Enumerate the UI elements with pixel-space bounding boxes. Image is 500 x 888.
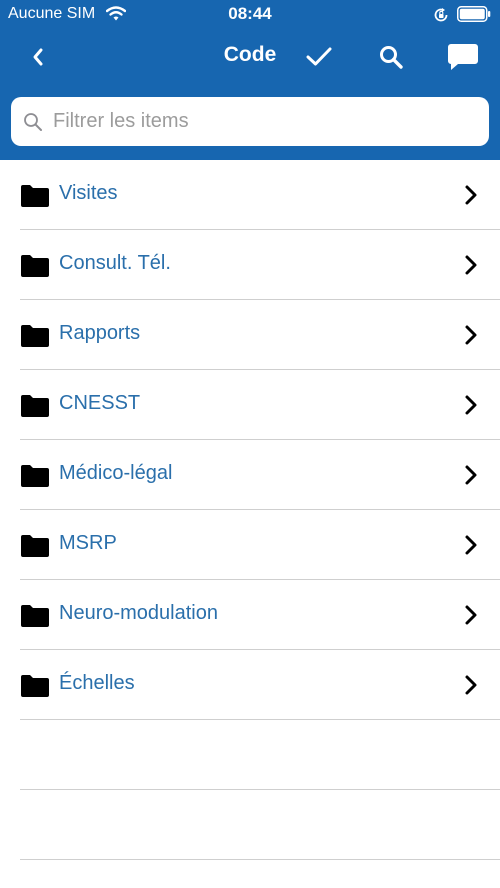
list-item-neuro-modulation[interactable]: Neuro-modulation [0,580,500,650]
folder-icon [21,465,49,487]
folder-icon [21,535,49,557]
folder-icon [21,325,49,347]
back-button[interactable] [20,30,56,84]
list-item-label: Échelles [59,672,135,694]
item-list: Visites Consult. Tél. Rapports CNESST Mé… [0,160,500,860]
search-field[interactable] [11,97,489,146]
back-icon [33,48,43,66]
folder-icon [21,395,49,417]
chevron-right-icon [465,535,477,555]
list-item-medico-legal[interactable]: Médico-légal [0,440,500,510]
orientation-lock-icon [434,8,448,22]
list-item-rapports[interactable]: Rapports [0,300,500,370]
checkmark-icon [306,47,332,66]
comment-icon [448,44,478,70]
list-item-label: Médico-légal [59,462,173,484]
empty-row [0,790,500,860]
navigation-bar: Code [0,30,500,84]
folder-icon [21,675,49,697]
list-item-label: Consult. Tél. [59,252,171,274]
empty-row [0,720,500,790]
chevron-right-icon [465,465,477,485]
search-icon [24,112,42,131]
list-item-label: CNESST [59,392,141,414]
list-item-label: MSRP [59,532,117,554]
chevron-right-icon [465,185,477,205]
list-item-label: Rapports [59,322,141,344]
chevron-right-icon [465,255,477,275]
folder-icon [21,255,49,277]
status-bar: Aucune SIM 08:44 [0,0,500,30]
chevron-right-icon [465,395,477,415]
chevron-right-icon [465,675,477,695]
chevron-right-icon [465,325,477,345]
search-button[interactable] [374,30,408,84]
filter-input[interactable] [51,109,475,134]
confirm-button[interactable] [302,30,336,84]
folder-icon [21,185,49,207]
search-icon [380,46,403,69]
header: Aucune SIM 08:44 Code [0,0,500,160]
list-item-consult-tel[interactable]: Consult. Tél. [0,230,500,300]
folder-icon [21,605,49,627]
list-item-label: Visites [59,182,118,204]
clock: 08:44 [228,4,272,23]
chevron-right-icon [465,605,477,625]
battery-icon [457,6,491,22]
comment-button[interactable] [444,30,482,84]
list-item-msrp[interactable]: MSRP [0,510,500,580]
page-title: Code [223,43,277,66]
list-item-visites[interactable]: Visites [0,160,500,230]
list-item-echelles[interactable]: Échelles [0,650,500,720]
list-item-cnesst[interactable]: CNESST [0,370,500,440]
list-item-label: Neuro-modulation [59,602,218,624]
